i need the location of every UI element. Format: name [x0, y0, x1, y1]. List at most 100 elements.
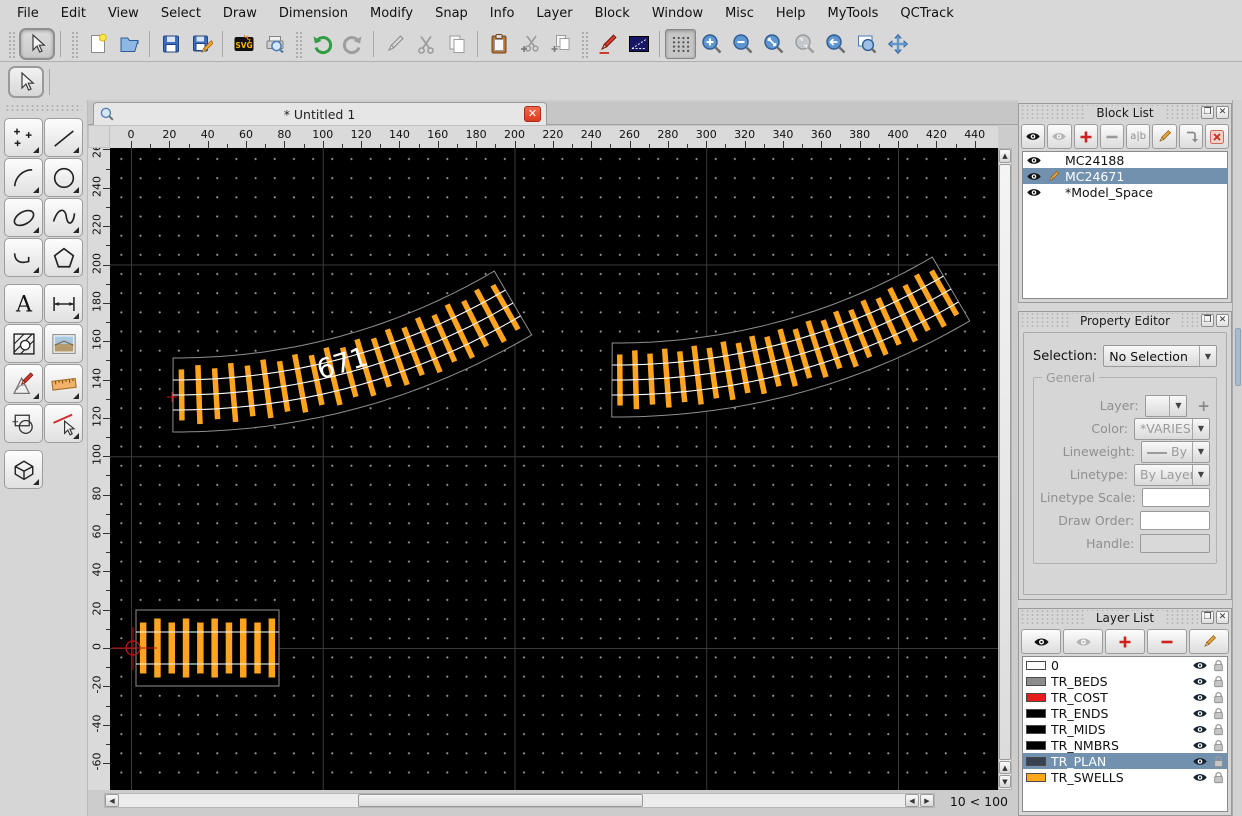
block-edit-button[interactable]	[1152, 124, 1176, 149]
paste-button[interactable]	[483, 29, 514, 59]
block-close-edit-button[interactable]	[1205, 124, 1229, 149]
palette-drag-handle[interactable]	[5, 104, 82, 112]
layer-row[interactable]: 0	[1023, 657, 1227, 673]
menu-window[interactable]: Window	[641, 2, 714, 25]
grid-toggle-button[interactable]	[665, 29, 696, 59]
text-tool-button[interactable]: A	[4, 284, 43, 323]
float-panel-icon[interactable]: ❐	[1201, 611, 1214, 624]
point-tool-button[interactable]	[4, 118, 43, 157]
zoom-back-button[interactable]	[820, 29, 851, 59]
menu-layer[interactable]: Layer	[525, 2, 583, 25]
block-rename-button[interactable]: a|b	[1126, 124, 1150, 149]
menu-qctrack[interactable]: QCTrack	[889, 2, 964, 25]
menu-misc[interactable]: Misc	[714, 2, 765, 25]
circle-tool-button[interactable]	[44, 158, 83, 197]
menu-help[interactable]: Help	[765, 2, 817, 25]
lock-icon[interactable]	[1213, 723, 1224, 736]
eye-icon[interactable]	[1192, 660, 1208, 671]
block-add-button[interactable]	[1074, 124, 1098, 149]
menu-edit[interactable]: Edit	[50, 2, 97, 25]
lock-icon[interactable]	[1213, 675, 1224, 688]
lock-icon[interactable]	[1213, 659, 1224, 672]
line-tool-button[interactable]	[44, 118, 83, 157]
close-panel-icon[interactable]: ✕	[1216, 106, 1229, 119]
layer-row[interactable]: TR_NMBRS	[1023, 737, 1227, 753]
layer-edit-button[interactable]	[1189, 629, 1229, 654]
block-insert-button[interactable]	[1179, 124, 1203, 149]
eye-icon[interactable]	[1192, 676, 1208, 687]
toolbar-drag-handle[interactable]	[580, 30, 588, 58]
eye-icon[interactable]	[1192, 724, 1208, 735]
property-combo[interactable]: By Layer▼	[1134, 464, 1210, 486]
document-tab[interactable]: * Untitled 1 ✕	[93, 102, 547, 125]
zoom-auto-button[interactable]	[758, 29, 789, 59]
menu-modify[interactable]: Modify	[359, 2, 424, 25]
scroll-up-button[interactable]: ▲	[999, 149, 1011, 163]
horizontal-scroll-thumb[interactable]	[358, 794, 643, 807]
scroll-left-button-2[interactable]: ◀	[905, 794, 919, 807]
menu-snap[interactable]: Snap	[424, 2, 479, 25]
property-input[interactable]	[1142, 488, 1210, 507]
modify-tool-button[interactable]	[4, 364, 43, 403]
new-document-button[interactable]	[82, 29, 113, 59]
eye-icon[interactable]	[1192, 772, 1208, 783]
eye-icon[interactable]	[1192, 692, 1208, 703]
deselect-tool-button[interactable]	[44, 404, 83, 443]
menu-draw[interactable]: Draw	[212, 2, 268, 25]
selection-pointer-button[interactable]	[8, 66, 44, 98]
select-tool-button[interactable]	[19, 28, 55, 60]
property-combo[interactable]: ▼	[1145, 395, 1188, 417]
zoom-window-button[interactable]	[851, 29, 882, 59]
lock-icon[interactable]	[1213, 755, 1224, 768]
menu-file[interactable]: File	[6, 2, 50, 25]
block-row[interactable]: MC24671	[1023, 168, 1227, 184]
block-list-titlebar[interactable]: Block List ❐✕	[1019, 104, 1231, 121]
layer-list-titlebar[interactable]: Layer List ❐✕	[1019, 609, 1231, 626]
menu-info[interactable]: Info	[479, 2, 526, 25]
scroll-left-button[interactable]: ◀	[105, 794, 119, 807]
draw-pen-button[interactable]	[592, 29, 623, 59]
zoom-in-button[interactable]	[696, 29, 727, 59]
copy-with-reference-button[interactable]	[545, 29, 576, 59]
zoom-previous-button[interactable]	[789, 29, 820, 59]
property-combo[interactable]: *VARIES*▼	[1134, 418, 1210, 440]
open-document-button[interactable]	[113, 29, 144, 59]
layer-row[interactable]: TR_ENDS	[1023, 705, 1227, 721]
scroll-right-button[interactable]: ▶	[920, 794, 934, 807]
line-angle-button[interactable]	[623, 29, 654, 59]
lock-icon[interactable]	[1213, 739, 1224, 752]
block-show-button[interactable]	[1021, 124, 1045, 149]
lock-icon[interactable]	[1213, 691, 1224, 704]
layer-add-button[interactable]	[1105, 629, 1145, 654]
add-layer-plus-icon[interactable]: +	[1197, 397, 1210, 415]
menu-select[interactable]: Select	[150, 2, 212, 25]
dock-scroll-thumb[interactable]	[1235, 328, 1241, 386]
lock-icon[interactable]	[1213, 707, 1224, 720]
menu-mytools[interactable]: MyTools	[816, 2, 889, 25]
shape-order-tool-button[interactable]	[4, 404, 43, 443]
measure-tool-button[interactable]	[44, 364, 83, 403]
zoom-pan-button[interactable]	[882, 29, 913, 59]
image-tool-button[interactable]	[44, 324, 83, 363]
layer-row[interactable]: TR_MIDS	[1023, 721, 1227, 737]
canvas-horizontal-scrollbar[interactable]: ◀ ◀ ▶	[104, 793, 935, 808]
dimension-tool-button[interactable]	[44, 284, 83, 323]
redo-button[interactable]	[337, 29, 368, 59]
toolbar-drag-handle[interactable]	[7, 30, 15, 58]
layer-remove-button[interactable]	[1147, 629, 1187, 654]
eye-icon[interactable]	[1192, 708, 1208, 719]
toolbar-drag-handle[interactable]	[70, 30, 78, 58]
selection-combo[interactable]: No Selection ▼	[1103, 345, 1217, 367]
block-row[interactable]: MC24188	[1023, 152, 1227, 168]
layer-row[interactable]: TR_COST	[1023, 689, 1227, 705]
lock-icon[interactable]	[1213, 771, 1224, 784]
pen-button[interactable]	[379, 29, 410, 59]
eye-icon[interactable]	[1192, 740, 1208, 751]
property-input[interactable]	[1140, 534, 1210, 553]
cut-with-reference-button[interactable]	[514, 29, 545, 59]
scroll-down-button[interactable]: ▼	[999, 775, 1011, 788]
block-row[interactable]: *Model_Space	[1023, 184, 1227, 200]
ellipse-tool-button[interactable]	[4, 198, 43, 237]
print-preview-button[interactable]	[259, 29, 290, 59]
block-remove-button[interactable]	[1100, 124, 1124, 149]
